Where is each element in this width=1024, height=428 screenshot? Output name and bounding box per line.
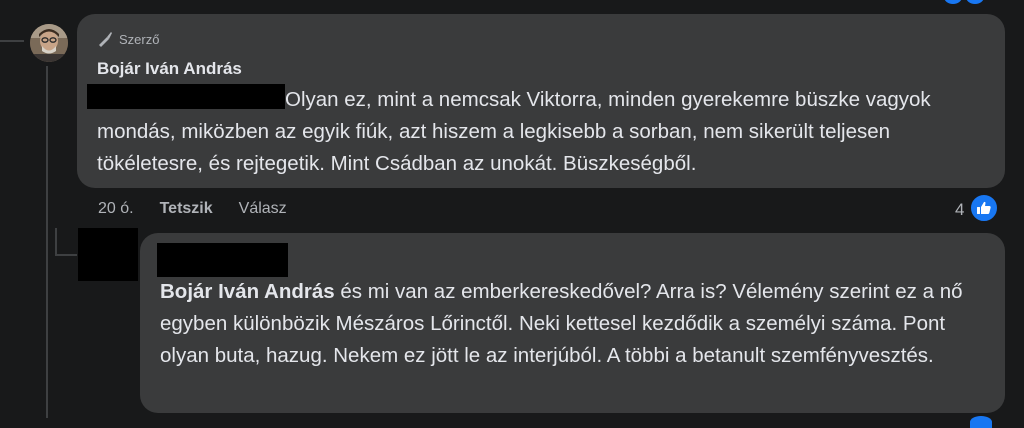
reply-connector-vertical [55, 228, 57, 256]
thread-connector-top [0, 40, 24, 42]
thread-connector-vertical [46, 66, 48, 418]
comment-thread: Szerző Bojár Iván András Olyan ez, mint … [0, 0, 1024, 428]
author-badge-label: Szerző [119, 31, 160, 47]
comment-text: Olyan ez, mint a nemcsak Viktorra, minde… [97, 88, 931, 175]
comment-actions: 20 ó. Tetszik Válasz [98, 200, 287, 218]
comment-text-body: Olyan ez, mint a nemcsak Viktorra, minde… [97, 84, 977, 180]
comment-bubble: Szerző Bojár Iván András Olyan ez, mint … [77, 14, 1005, 188]
thumbs-up-glyph [977, 201, 991, 214]
reply-connector-horizontal [55, 254, 77, 256]
reply-author-redacted [157, 243, 288, 277]
reply-text-body: Bojár Iván András és mi van az emberkere… [160, 276, 990, 372]
comment-author-name[interactable]: Bojár Iván András [97, 59, 242, 79]
avatar-photo-icon [30, 24, 68, 62]
top-reaction-icons [944, 0, 1004, 4]
reaction-count[interactable]: 4 [955, 200, 964, 220]
author-avatar[interactable] [30, 24, 68, 62]
like-thumb-icon[interactable] [969, 193, 999, 223]
author-badge: Szerző [96, 30, 159, 48]
comment-timestamp[interactable]: 20 ó. [98, 200, 134, 218]
reply-button[interactable]: Válasz [239, 200, 287, 218]
reply-mention[interactable]: Bojár Iván András [160, 280, 335, 303]
like-button[interactable]: Tetszik [160, 200, 213, 218]
reply-bubble: Bojár Iván András és mi van az emberkere… [140, 233, 1005, 413]
bottom-reaction-icon [970, 416, 992, 428]
quill-pen-icon [99, 32, 112, 47]
reply-avatar-redacted [78, 228, 138, 281]
